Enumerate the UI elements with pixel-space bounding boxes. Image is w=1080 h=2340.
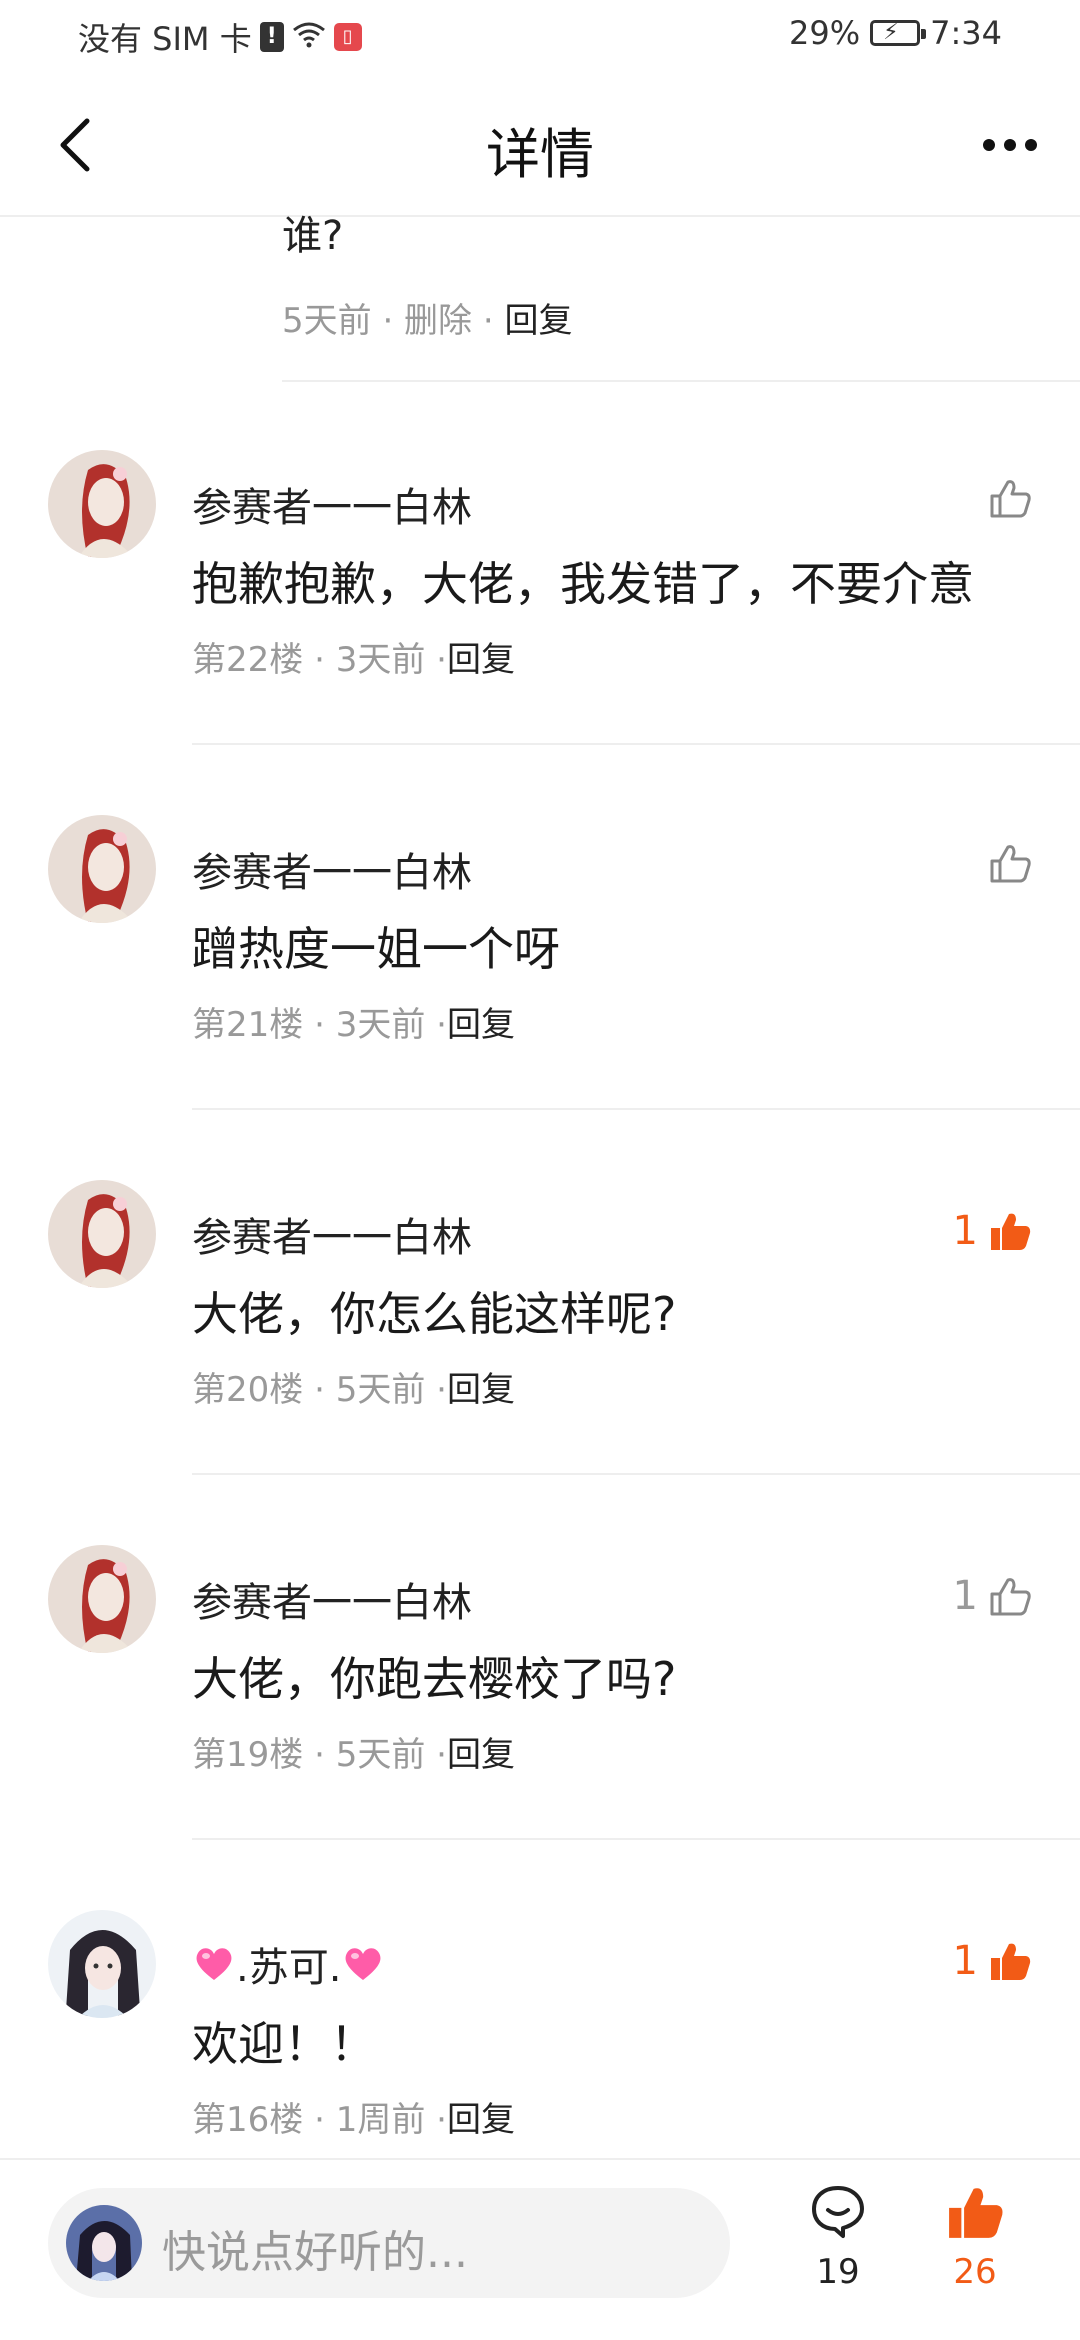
- comment-time: 5天前: [335, 1735, 426, 1775]
- comment-item: 参赛者一一白林 1 大佬，你跑去樱校了吗? 第19楼 · 5天前 ·回复: [0, 1475, 1080, 1840]
- reply-link[interactable]: 回复: [447, 1735, 515, 1775]
- like-button[interactable]: 1: [953, 1573, 1032, 1619]
- battery-icon: ⚡: [870, 20, 927, 46]
- thumbs-up-outline-icon: [990, 845, 1031, 883]
- comment-meta: 第21楼 · 3天前 ·回复: [192, 1005, 515, 1045]
- battery-percent: 29%: [789, 14, 861, 52]
- comment-item: 参赛者一一白林 蹭热度一姐一个呀 第21楼 · 3天前 ·回复: [0, 745, 1080, 1110]
- thumbs-up-outline-icon: [990, 1578, 1031, 1616]
- status-left: 没有 SIM 卡 ! ▯: [78, 14, 362, 60]
- comment-item: 参赛者一一白林 1 大佬，你怎么能这样呢? 第20楼 · 5天前 ·回复: [0, 1110, 1080, 1475]
- username[interactable]: 参赛者一一白林: [192, 1570, 472, 1628]
- like-count: 1: [952, 1573, 978, 1619]
- comment-content: 欢迎！！: [192, 2017, 376, 2071]
- comment-meta: 第16楼 · 1周前 ·回复: [192, 2100, 515, 2140]
- floor-number: 第21楼: [192, 1005, 304, 1045]
- floor-number: 第19楼: [192, 1735, 304, 1775]
- floor-number: 第16楼: [192, 2100, 304, 2140]
- comment-meta: 第20楼 · 5天前 ·回复: [192, 1370, 515, 1410]
- comment-content: 大佬，你跑去樱校了吗?: [192, 1652, 677, 1706]
- status-right: 29% ⚡ 7:34: [789, 14, 1002, 52]
- avatar[interactable]: [48, 815, 156, 923]
- username[interactable]: 参赛者一一白林: [192, 1205, 472, 1263]
- bottom-bar: 快说点好听的... 19 26: [0, 2158, 1080, 2340]
- reply-link[interactable]: 回复: [447, 640, 515, 680]
- partial-reply: 谁? 5天前 · 删除 · 回复: [282, 213, 1080, 382]
- partial-reply-time: 5天前 · 删除 ·: [282, 301, 505, 341]
- partial-reply-meta: 5天前 · 删除 · 回复: [282, 293, 572, 342]
- book-icon: ▯: [333, 23, 362, 51]
- more-dots-icon[interactable]: [970, 110, 1050, 180]
- comment-time: 3天前: [335, 1005, 426, 1045]
- username[interactable]: 参赛者一一白林: [192, 475, 472, 533]
- carrier-text: 没有 SIM 卡: [78, 20, 252, 58]
- comment-time: 1周前: [335, 2100, 426, 2140]
- comment-time: 3天前: [335, 640, 426, 680]
- comment-count: 19: [816, 2252, 860, 2292]
- like-count: 1: [952, 1938, 978, 1984]
- reply-link[interactable]: 回复: [447, 1005, 515, 1045]
- like-button[interactable]: [978, 478, 1032, 518]
- floor-number: 第22楼: [192, 640, 304, 680]
- top-app-bar: 详情: [0, 75, 1080, 217]
- comment-content: 蹭热度一姐一个呀: [192, 922, 560, 976]
- post-like-button[interactable]: 26: [925, 2182, 1025, 2292]
- username-text: .苏可.: [236, 1945, 342, 1991]
- alert-icon: !: [259, 22, 284, 52]
- pink-heart-icon: [196, 1948, 232, 1980]
- comment-input[interactable]: 快说点好听的...: [48, 2188, 730, 2298]
- comment-content: 大佬，你怎么能这样呢?: [192, 1287, 677, 1341]
- partial-reply-text: 谁?: [282, 213, 344, 259]
- comment-bubble-icon: [812, 2186, 864, 2238]
- like-button[interactable]: [978, 843, 1032, 883]
- page-title: 详情: [486, 123, 594, 186]
- input-placeholder: 快说点好听的...: [162, 2227, 468, 2278]
- comment-meta: 第22楼 · 3天前 ·回复: [192, 640, 515, 680]
- comment-content: 抱歉抱歉，大佬，我发错了，不要介意: [192, 557, 974, 611]
- like-count: 26: [953, 2252, 997, 2292]
- wifi-icon: [292, 18, 326, 56]
- pink-heart-icon: [345, 1948, 381, 1980]
- avatar[interactable]: [48, 450, 156, 558]
- like-count: 1: [952, 1208, 978, 1254]
- status-bar: 没有 SIM 卡 ! ▯ 29% ⚡ 7:34: [0, 0, 1080, 75]
- thumbs-up-filled-icon: [991, 1943, 1031, 1980]
- clock: 7:34: [930, 14, 1002, 52]
- avatar[interactable]: [48, 1545, 156, 1653]
- floor-number: 第20楼: [192, 1370, 304, 1410]
- comment-meta: 第19楼 · 5天前 ·回复: [192, 1735, 515, 1775]
- reply-link[interactable]: 回复: [447, 1370, 515, 1410]
- comment-item: 参赛者一一白林 抱歉抱歉，大佬，我发错了，不要介意 第22楼 · 3天前 ·回复: [0, 380, 1080, 745]
- username[interactable]: .苏可.: [192, 1935, 385, 1993]
- my-avatar: [66, 2205, 142, 2281]
- avatar[interactable]: [48, 1910, 156, 2018]
- thumbs-up-filled-icon: [991, 1213, 1031, 1250]
- comment-count-button[interactable]: 19: [788, 2182, 888, 2292]
- comment-time: 5天前: [335, 1370, 426, 1410]
- reply-link[interactable]: 回复: [504, 301, 572, 341]
- reply-link[interactable]: 回复: [447, 2100, 515, 2140]
- thumbs-up-filled-icon: [949, 2188, 1003, 2238]
- thumbs-up-outline-icon: [990, 480, 1031, 518]
- avatar[interactable]: [48, 1180, 156, 1288]
- like-button[interactable]: 1: [953, 1208, 1032, 1254]
- comment-item: .苏可. 1 欢迎！！ 第16楼 · 1周前 ·回复: [0, 1840, 1080, 2205]
- username[interactable]: 参赛者一一白林: [192, 840, 472, 898]
- like-button[interactable]: 1: [953, 1938, 1032, 1984]
